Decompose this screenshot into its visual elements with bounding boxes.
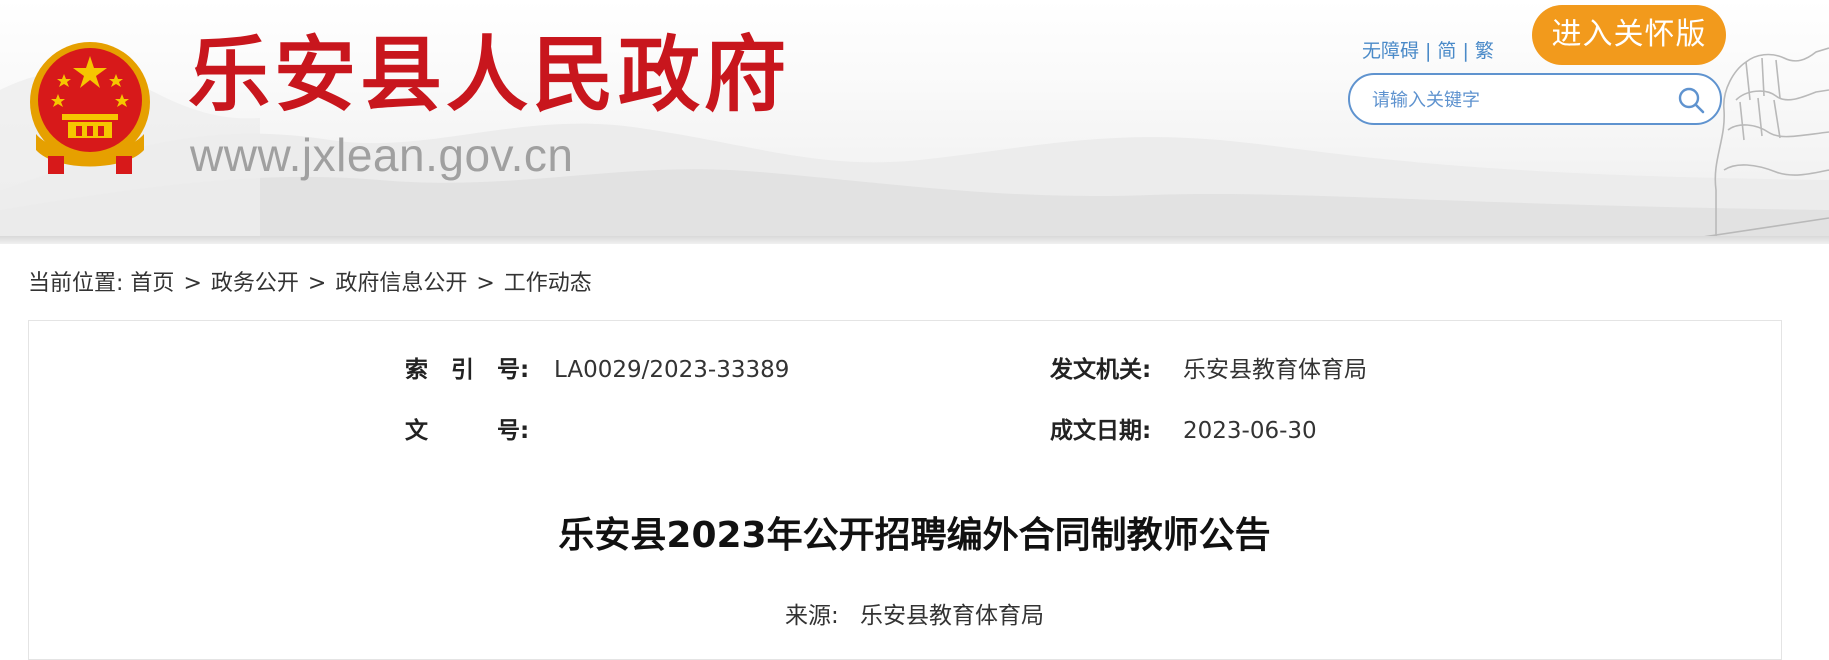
index-number-label: 索 引 号: xyxy=(405,357,530,383)
breadcrumb-item-gov-info[interactable]: 政府信息公开 xyxy=(335,270,467,298)
issuer-label: 发文机关: xyxy=(1050,357,1152,383)
breadcrumb-item-gov-affairs[interactable]: 政务公开 xyxy=(211,270,299,298)
national-emblem-icon xyxy=(30,42,150,174)
traditional-chinese-link[interactable]: 繁 xyxy=(1475,40,1494,62)
header-tools: 无障碍 | 简 | 繁 xyxy=(1362,40,1494,62)
index-number-value: LA0029/2023-33389 xyxy=(554,357,790,383)
tool-separator: | xyxy=(1462,40,1469,62)
breadcrumb-item-home[interactable]: 首页 xyxy=(130,270,174,298)
article-source: 来源: 乐安县教育体育局 xyxy=(0,602,1829,630)
issuer-value: 乐安县教育体育局 xyxy=(1183,357,1367,383)
site-header: 乐安县人民政府 www.jxlean.gov.cn 无障碍 | 简 | 繁 进入关怀版 xyxy=(0,0,1829,238)
date-label: 成文日期: xyxy=(1050,418,1152,444)
accessibility-link[interactable]: 无障碍 xyxy=(1362,40,1419,62)
source-label: 来源: xyxy=(784,603,839,629)
breadcrumb-prefix: 当前位置: xyxy=(28,271,124,296)
breadcrumb-separator: > xyxy=(307,271,327,296)
document-number-label: 文 号: xyxy=(405,418,530,444)
statue-illustration xyxy=(1695,47,1829,238)
breadcrumb: 当前位置: 首页 > 政务公开 > 政府信息公开 > 工作动态 xyxy=(28,270,592,298)
breadcrumb-separator: > xyxy=(476,271,495,296)
tool-separator: | xyxy=(1425,40,1432,62)
header-divider xyxy=(0,236,1829,244)
breadcrumb-separator: > xyxy=(183,271,202,296)
source-value: 乐安县教育体育局 xyxy=(860,603,1045,629)
site-title: 乐安县人民政府 xyxy=(188,27,791,123)
breadcrumb-item-work-news[interactable]: 工作动态 xyxy=(504,270,592,298)
site-url: www.jxlean.gov.cn xyxy=(190,129,574,181)
article-title: 乐安县2023年公开招聘编外合同制教师公告 xyxy=(558,515,1271,556)
search-box xyxy=(1348,73,1722,125)
simplified-chinese-link[interactable]: 简 xyxy=(1437,40,1456,62)
search-input[interactable] xyxy=(1370,85,1664,115)
date-value: 2023-06-30 xyxy=(1183,418,1317,444)
